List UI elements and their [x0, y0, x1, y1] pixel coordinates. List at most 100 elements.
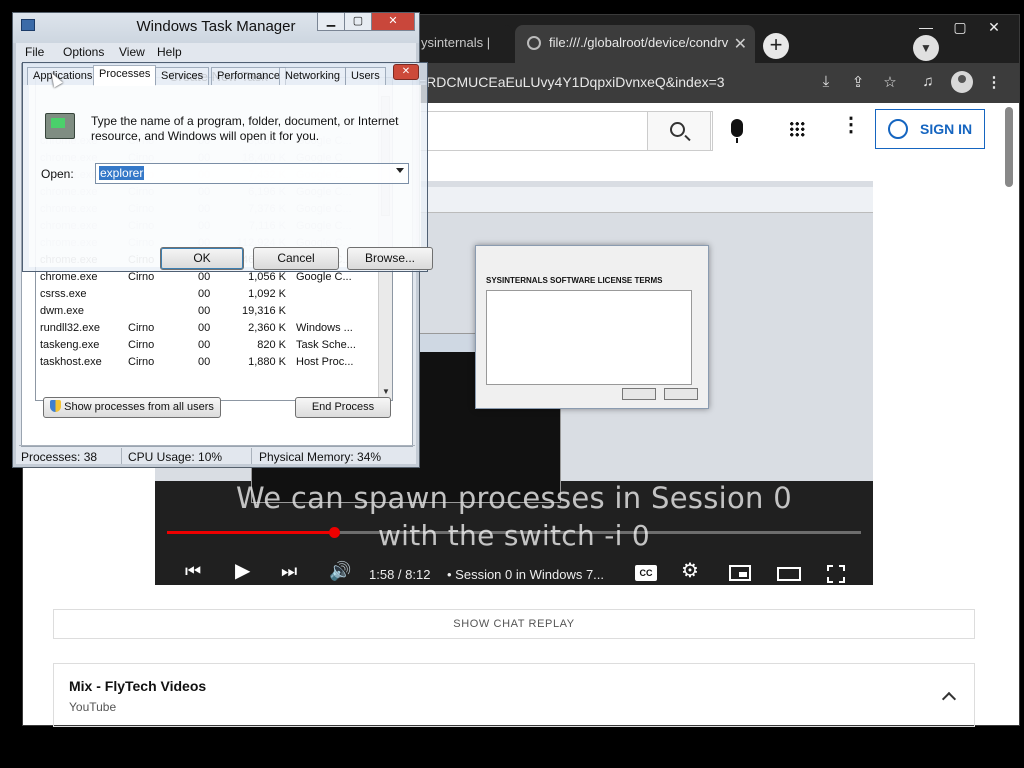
browser-minimize-button[interactable]: —: [911, 19, 941, 35]
open-label: Open:: [41, 167, 74, 181]
process-row[interactable]: taskhost.exe Cirno 00 1,880 K Host Proc...: [36, 355, 382, 372]
task-manager-menubar: File Options View Help: [19, 43, 413, 63]
menu-view[interactable]: View: [119, 45, 145, 59]
install-app-icon[interactable]: ⤓: [815, 73, 837, 90]
process-desc: Host Proc...: [296, 356, 354, 368]
browser-menu-icon[interactable]: ⋮: [983, 73, 1005, 91]
video-eula-heading: SYSINTERNALS SOFTWARE LICENSE TERMS: [486, 276, 663, 285]
process-name: rundll32.exe: [40, 322, 100, 334]
video-eula-dialog: SYSINTERNALS SOFTWARE LICENSE TERMS: [475, 245, 709, 409]
tab-label: ysinternals |: [421, 35, 491, 50]
dialog-close-button[interactable]: ✕: [393, 64, 419, 80]
show-chat-replay-button[interactable]: SHOW CHAT REPLAY: [53, 609, 975, 639]
tm-maximize-button[interactable]: ▢: [344, 13, 372, 31]
tab-networking[interactable]: Networking: [279, 67, 347, 85]
settings-gear-icon[interactable]: ⚙: [681, 561, 699, 581]
task-manager-titlebar[interactable]: Windows Task Manager ▁ ▢ ✕: [13, 13, 419, 43]
process-row[interactable]: taskeng.exe Cirno 00 820 K Task Sche...: [36, 338, 382, 355]
profile-avatar-icon[interactable]: [951, 71, 973, 93]
process-user: Cirno: [128, 322, 155, 334]
browser-tab-condrv[interactable]: file:///./globalroot/device/condrv ✕: [515, 25, 755, 63]
show-all-processes-button[interactable]: Show processes from all users: [43, 397, 221, 418]
tab-processes[interactable]: Processes: [93, 65, 157, 86]
tab-search-chevron-icon[interactable]: ▼: [913, 35, 939, 61]
show-all-label: Show processes from all users: [64, 401, 214, 413]
process-row[interactable]: dwm.exe 00 19,316 K: [36, 304, 382, 321]
dialog-description: Type the name of a program, folder, docu…: [91, 114, 399, 143]
process-name: taskhost.exe: [40, 356, 102, 368]
process-mem: 19,316 K: [241, 305, 286, 317]
create-new-task-body: Type the name of a program, folder, docu…: [29, 85, 433, 270]
previous-icon[interactable]: ⏮: [185, 561, 201, 581]
menu-help[interactable]: Help: [157, 45, 182, 59]
process-user: Cirno: [128, 339, 155, 351]
create-new-task-titlebar[interactable]: Create New Task Applications Processes S…: [23, 63, 427, 86]
create-new-task-dialog: Create New Task Applications Processes S…: [22, 62, 433, 272]
uac-shield-icon: [50, 400, 62, 412]
sign-in-label: SIGN IN: [920, 121, 973, 137]
volume-icon[interactable]: 🔊: [329, 561, 351, 581]
dropdown-arrow-icon[interactable]: [396, 168, 404, 173]
process-desc: Windows ...: [296, 322, 353, 334]
process-mem: 820 K: [257, 339, 286, 351]
video-progress-knob[interactable]: [328, 527, 340, 538]
scroll-down-icon[interactable]: ▼: [382, 387, 390, 396]
process-cpu: 00: [198, 322, 211, 334]
open-input[interactable]: explorer: [95, 163, 409, 184]
process-cpu: 00: [198, 305, 211, 317]
next-icon[interactable]: ⏭: [281, 561, 297, 581]
captions-icon[interactable]: CC: [635, 565, 657, 581]
process-name: chrome.exe: [40, 271, 98, 283]
mix-playlist-panel[interactable]: Mix - FlyTech Videos YouTube: [53, 663, 975, 727]
video-eula-body: [486, 290, 692, 385]
process-name: taskeng.exe: [40, 339, 100, 351]
process-mem: 1,092 K: [248, 288, 286, 300]
tm-minimize-button[interactable]: ▁: [317, 13, 345, 31]
process-desc: Google C...: [296, 271, 352, 283]
ok-button[interactable]: OK: [160, 247, 244, 270]
tab-services[interactable]: Services: [155, 67, 210, 85]
process-row[interactable]: rundll32.exe Cirno 00 2,360 K Windows ...: [36, 321, 382, 338]
tab-performance[interactable]: Performance: [211, 67, 286, 85]
status-memory: Physical Memory: 34%: [259, 450, 382, 464]
video-progress-fill: [167, 531, 334, 534]
page-scrollbar[interactable]: [1005, 107, 1013, 187]
media-control-icon[interactable]: ♫: [917, 73, 939, 90]
new-tab-button[interactable]: +: [763, 33, 789, 59]
browser-tab-sysinternals[interactable]: ysinternals |: [409, 25, 513, 63]
video-chapter[interactable]: • Session 0 in Windows 7...: [447, 567, 604, 582]
fullscreen-icon[interactable]: [827, 565, 845, 583]
microphone-icon[interactable]: [731, 119, 743, 143]
video-explorer-window: [395, 187, 873, 213]
caption-line-2: with the switch -i 0: [377, 519, 651, 552]
chevron-up-icon[interactable]: [941, 691, 957, 707]
url-text[interactable]: =RDCMUCEaEuLUvy4Y1DqpxiDvnxeQ&index=3: [418, 74, 725, 90]
tab-label: file:///./globalroot/device/condrv: [549, 35, 729, 50]
browser-maximize-button[interactable]: ▢: [945, 19, 975, 36]
share-icon[interactable]: ⇪: [847, 73, 869, 91]
tab-close-icon[interactable]: ✕: [734, 34, 747, 54]
process-row[interactable]: chrome.exe Cirno 00 1,056 K Google C...: [36, 270, 382, 287]
status-cpu: CPU Usage: 10%: [128, 450, 223, 464]
browser-close-button[interactable]: ✕: [979, 19, 1009, 36]
bookmark-star-icon[interactable]: ☆: [879, 73, 901, 91]
theater-mode-icon[interactable]: [777, 567, 801, 581]
video-progress-bar[interactable]: [167, 527, 861, 538]
video-caption: We can spawn processes in Session 0 with…: [155, 481, 873, 552]
browse-button[interactable]: Browse...: [347, 247, 433, 270]
end-process-button[interactable]: End Process: [295, 397, 391, 418]
tm-close-button[interactable]: ✕: [371, 13, 415, 31]
apps-grid-icon[interactable]: [789, 121, 805, 137]
tab-users[interactable]: Users: [345, 67, 386, 85]
youtube-search-button[interactable]: [647, 111, 711, 151]
menu-file[interactable]: File: [25, 45, 44, 59]
more-options-icon[interactable]: ⋮: [841, 115, 861, 135]
process-cpu: 00: [198, 271, 211, 283]
play-icon[interactable]: ▶: [235, 561, 250, 581]
mix-subtitle: YouTube: [69, 700, 117, 714]
cancel-button[interactable]: Cancel: [253, 247, 339, 270]
menu-options[interactable]: Options: [63, 45, 104, 59]
process-row[interactable]: csrss.exe 00 1,092 K: [36, 287, 382, 304]
sign-in-button[interactable]: SIGN IN: [875, 109, 985, 149]
miniplayer-icon[interactable]: [729, 565, 751, 581]
